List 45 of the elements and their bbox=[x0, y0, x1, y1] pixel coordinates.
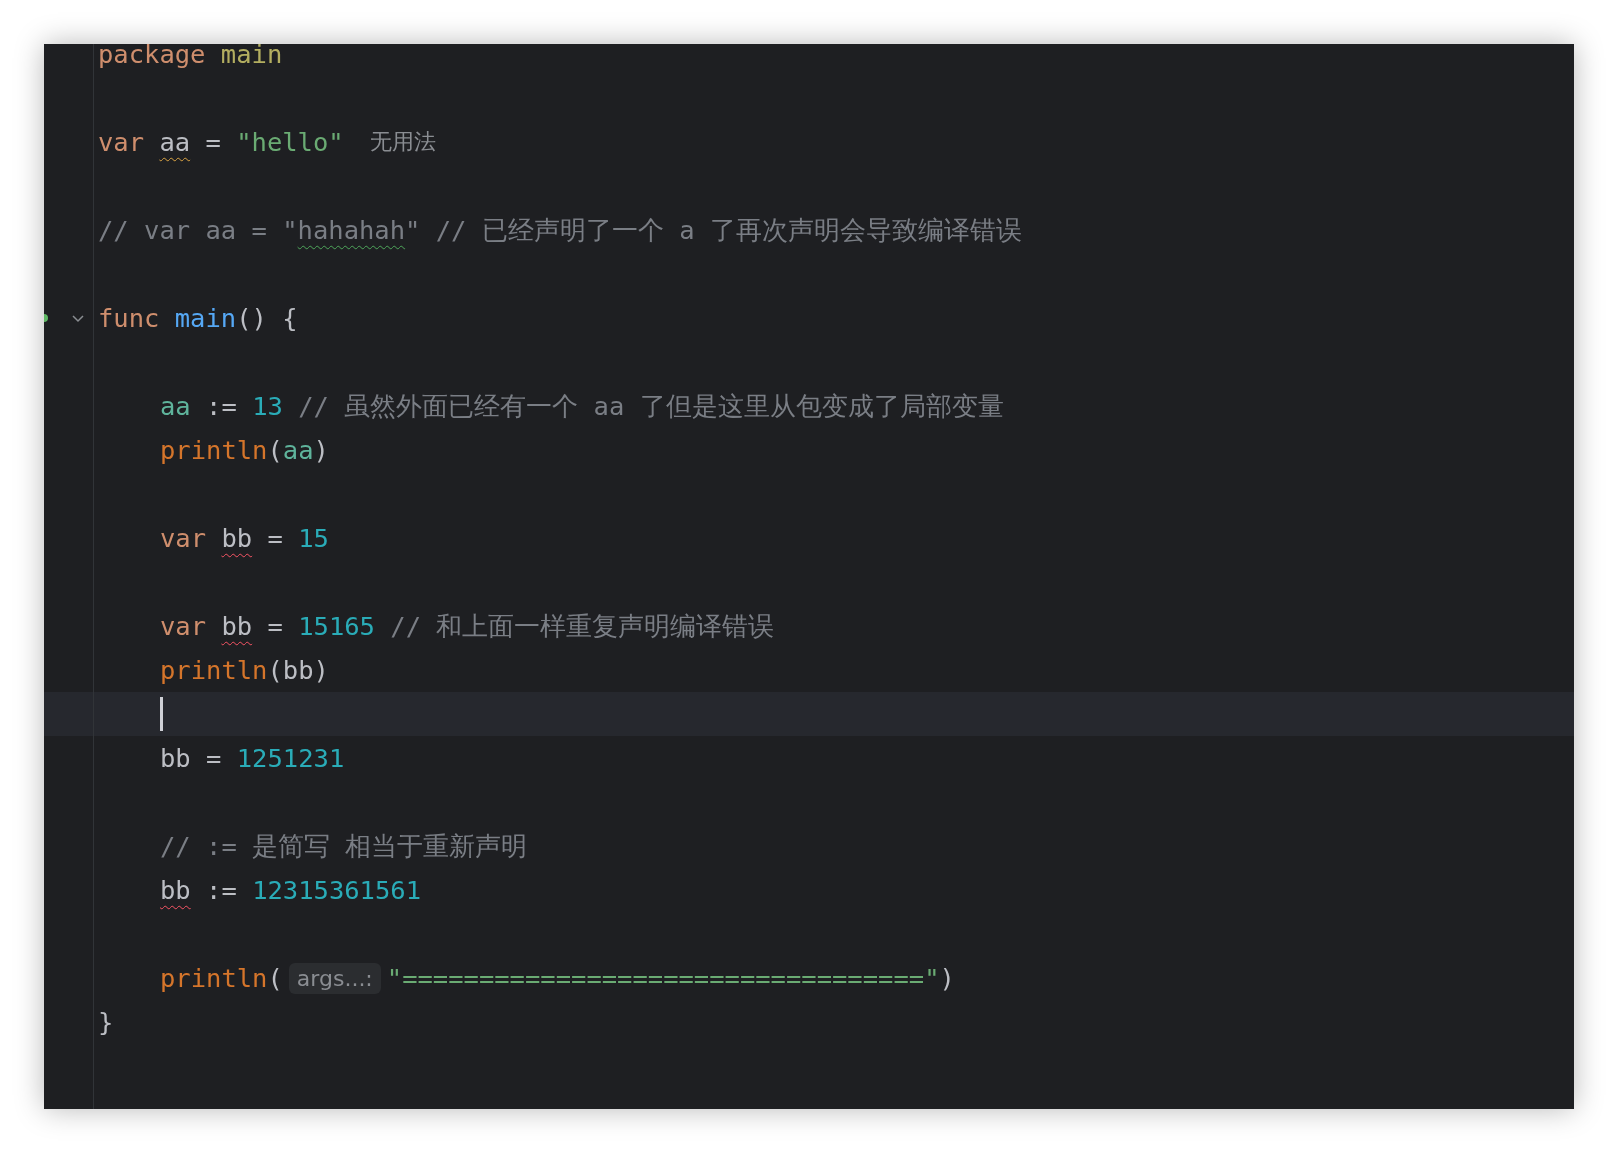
comment-token: " // 已经声明了一个 a 了再次声明会导致编译错误 bbox=[405, 213, 1022, 247]
code-text: = bbox=[266, 611, 284, 641]
comment-token: hahahah bbox=[297, 215, 406, 245]
comment-token: // var aa = " bbox=[98, 215, 298, 245]
code-text: := bbox=[205, 875, 238, 905]
code-text: (bb) bbox=[267, 655, 329, 685]
function-token: main bbox=[174, 303, 237, 333]
code-text: ( bbox=[267, 963, 283, 993]
number-token: 1251231 bbox=[236, 743, 345, 773]
number-token: 15165 bbox=[298, 611, 375, 641]
string-token: "hello" bbox=[236, 127, 344, 157]
keyword-token: var bbox=[160, 523, 208, 553]
ident-token: bb bbox=[160, 875, 191, 905]
ident-token: bb bbox=[221, 523, 253, 553]
keyword-token: func bbox=[98, 303, 161, 333]
number-token: 12315361561 bbox=[252, 875, 422, 905]
code-text: bb = bbox=[160, 743, 223, 773]
keyword-token: var bbox=[160, 611, 208, 641]
package-token: main bbox=[220, 44, 283, 69]
local-token: aa bbox=[282, 435, 314, 465]
inlay-hint: 无用法 bbox=[369, 128, 436, 156]
number-token: 13 bbox=[252, 391, 283, 421]
code-text: } bbox=[98, 1007, 114, 1037]
code-text: ( bbox=[267, 435, 283, 465]
parameter-hint: args...: bbox=[288, 962, 381, 994]
builtin-token: println bbox=[160, 435, 268, 465]
text-cursor bbox=[160, 697, 163, 731]
code-text: := bbox=[205, 391, 238, 421]
comment-token: // 虽然外面已经有一个 aa 了但是这里从包变成了局部变量 bbox=[297, 389, 1004, 423]
code-text: ) bbox=[939, 963, 955, 993]
string-token: "==================================" bbox=[386, 963, 940, 993]
code-text: = bbox=[204, 127, 222, 157]
ident-token: aa bbox=[159, 127, 191, 157]
keyword-token: var bbox=[98, 127, 146, 157]
builtin-token: println bbox=[160, 655, 268, 685]
local-token: aa bbox=[160, 391, 191, 421]
code-text: () { bbox=[236, 303, 298, 333]
keyword-token: package bbox=[98, 44, 207, 69]
comment-token: // 和上面一样重复声明编译错误 bbox=[389, 609, 775, 643]
number-token: 15 bbox=[298, 523, 329, 553]
code-text: = bbox=[266, 523, 284, 553]
ident-token: bb bbox=[221, 611, 253, 641]
builtin-token: println bbox=[160, 963, 268, 993]
code-text: ) bbox=[313, 435, 329, 465]
comment-token: // := 是简写 相当于重新声明 bbox=[160, 829, 528, 863]
